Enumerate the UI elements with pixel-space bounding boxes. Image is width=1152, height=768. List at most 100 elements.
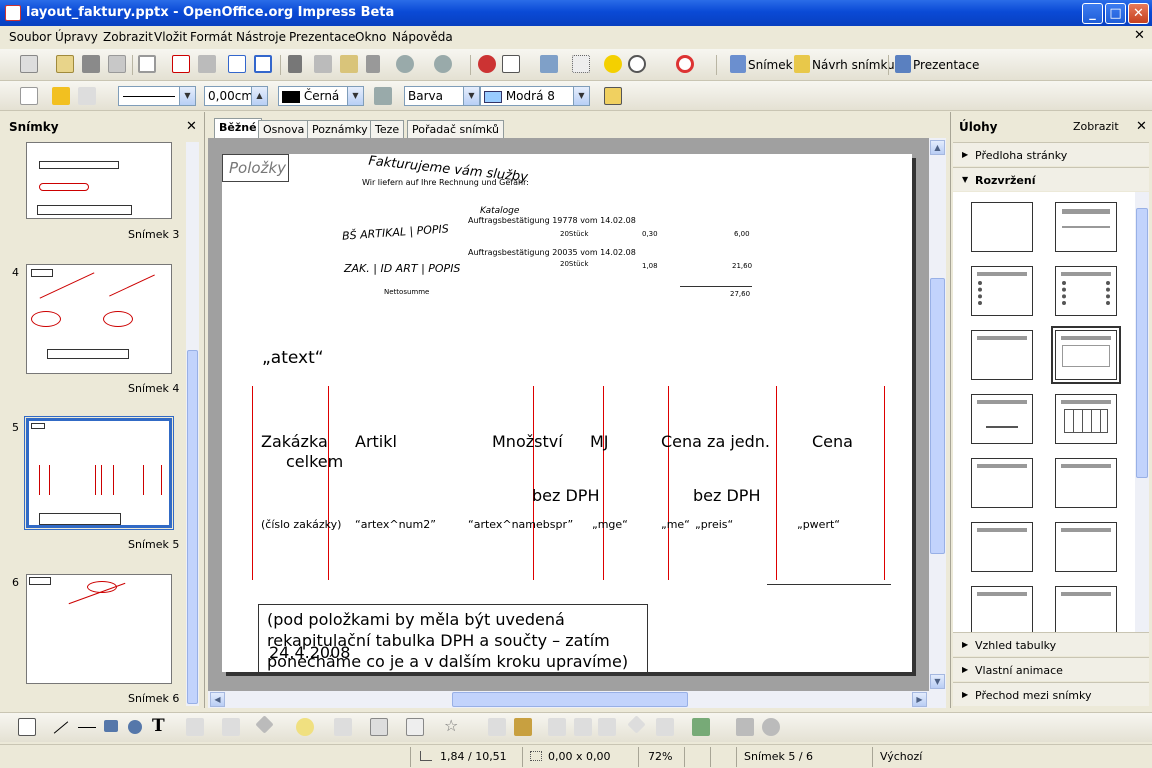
symbol-shapes-icon[interactable] — [296, 718, 314, 736]
redo-icon[interactable] — [434, 55, 452, 73]
line-arrow-icon[interactable] — [78, 718, 96, 736]
section-prechod[interactable]: ▶ Přechod mezi snímky — [953, 682, 1149, 706]
print-icon[interactable] — [198, 55, 216, 73]
minimize-button[interactable]: _ — [1082, 3, 1103, 24]
line-width-input[interactable]: 0,00cm ▲ — [204, 86, 268, 106]
status-zoom[interactable]: 72% — [648, 750, 672, 763]
display-grid-icon[interactable] — [540, 55, 558, 73]
layout-title-chart[interactable] — [971, 394, 1033, 444]
slide-design-button[interactable]: Návrh snímku — [812, 58, 895, 72]
fill-color-select[interactable]: Modrá 8 ▼ — [480, 86, 590, 106]
table-icon[interactable] — [502, 55, 520, 73]
new-slide-button[interactable]: Snímek — [748, 58, 793, 72]
menu-nastroje[interactable]: Nástroje — [236, 30, 286, 44]
zoom-icon[interactable] — [628, 55, 646, 73]
line-style-icon[interactable] — [52, 87, 70, 105]
section-predloha[interactable]: ▶ Předloha stránky — [953, 142, 1149, 166]
placeholder-polozky[interactable]: Položky — [222, 154, 289, 182]
new-document-icon[interactable] — [20, 55, 38, 73]
cut-icon[interactable] — [288, 55, 302, 73]
paste-icon[interactable] — [340, 55, 358, 73]
spellcheck-icon[interactable] — [228, 55, 246, 73]
menu-okno[interactable]: Okno — [355, 30, 386, 44]
gallery-icon[interactable] — [598, 718, 616, 736]
extrusion-icon[interactable] — [736, 718, 754, 736]
slide-thumb-5-selected[interactable] — [24, 416, 174, 530]
tab-poradac[interactable]: Pořadač snímků — [407, 120, 504, 139]
menu-format[interactable]: Formát — [190, 30, 232, 44]
maximize-button[interactable]: □ — [1105, 3, 1126, 24]
layout-title-content[interactable] — [971, 266, 1033, 316]
select-arrow-icon[interactable] — [18, 718, 36, 736]
text-tool-icon[interactable]: T — [152, 716, 170, 736]
autospellcheck-icon[interactable] — [254, 55, 272, 73]
layout-title-2content[interactable] — [1055, 266, 1117, 316]
presentation-button[interactable]: Prezentace — [913, 58, 979, 72]
shadow-icon[interactable] — [604, 87, 622, 105]
connector-icon[interactable] — [222, 718, 240, 736]
tab-bezne[interactable]: Běžné — [214, 118, 262, 139]
menu-zobrazit[interactable]: Zobrazit — [103, 30, 153, 44]
tasks-close-icon[interactable]: ✕ — [1136, 119, 1147, 134]
block-arrows-icon[interactable] — [334, 718, 352, 736]
open-folder-icon[interactable] — [56, 55, 74, 73]
area-fill-icon[interactable] — [374, 87, 392, 105]
canvas-vertical-scrollbar[interactable]: ▲ ▼ — [929, 138, 946, 691]
section-vlastni-animace[interactable]: ▶ Vlastní animace — [953, 657, 1149, 681]
save-icon[interactable] — [82, 55, 100, 73]
layout-title-chart-text[interactable] — [1055, 522, 1117, 572]
edit-file-icon[interactable] — [108, 55, 126, 73]
glue-points-icon[interactable] — [514, 718, 532, 736]
layout-title-text-obj[interactable] — [971, 586, 1033, 632]
slide[interactable]: Položky Fakturujeme vám služby Wir liefe… — [222, 154, 912, 672]
slide-thumb-3[interactable] — [26, 142, 172, 219]
arrow-style-icon[interactable] — [78, 87, 96, 105]
stars-icon[interactable]: ☆ — [444, 716, 462, 735]
note-box[interactable]: (pod položkami by měla být uvedená rekap… — [258, 604, 648, 672]
section-rozvrzeni[interactable]: ▼ Rozvržení — [953, 167, 1149, 191]
tab-teze[interactable]: Teze — [370, 120, 405, 139]
undo-icon[interactable] — [396, 55, 414, 73]
fill-type-select[interactable]: Barva ▼ — [404, 86, 480, 106]
vertical-scroll-thumb[interactable] — [930, 278, 945, 554]
close-button[interactable]: ✕ — [1128, 3, 1149, 24]
line-style-select[interactable]: ▼ — [118, 86, 196, 106]
layout-title-text-chart[interactable] — [1055, 458, 1117, 508]
slide-canvas[interactable]: Položky Fakturujeme vám služby Wir liefe… — [208, 138, 929, 691]
slide-thumb-4[interactable] — [26, 264, 172, 374]
slides-panel-close-icon[interactable]: ✕ — [186, 119, 197, 134]
layout-title-table[interactable] — [1055, 394, 1117, 444]
edit-mode-icon[interactable] — [138, 55, 156, 73]
layout-title-obj-text[interactable] — [1055, 586, 1117, 632]
scroll-down-icon[interactable]: ▼ — [930, 674, 945, 689]
ellipse-icon[interactable] — [128, 720, 142, 734]
from-file-icon[interactable] — [574, 718, 592, 736]
tab-poznamky[interactable]: Poznámky — [307, 120, 373, 139]
horizontal-scroll-thumb[interactable] — [452, 692, 688, 707]
tasks-view-menu[interactable]: Zobrazit — [1073, 120, 1119, 133]
menu-vlozit[interactable]: Vložit — [154, 30, 187, 44]
export-pdf-icon[interactable] — [172, 55, 190, 73]
help-icon[interactable] — [676, 55, 694, 73]
layout-gallery-scrollbar[interactable] — [1135, 192, 1149, 632]
navigator-icon[interactable] — [604, 55, 622, 73]
tab-osnova[interactable]: Osnova — [258, 120, 310, 139]
flowchart-icon[interactable] — [370, 718, 388, 736]
menu-soubor[interactable]: Soubor — [9, 30, 51, 44]
menu-prezentace[interactable]: Prezentace — [289, 30, 355, 44]
arrange-icon[interactable] — [692, 718, 710, 736]
rectangle-icon[interactable] — [104, 720, 118, 732]
layout-title-text-image[interactable] — [971, 522, 1033, 572]
basic-shapes-icon[interactable] — [255, 715, 274, 734]
copy-icon[interactable] — [314, 55, 332, 73]
rotate-icon[interactable] — [627, 715, 646, 734]
section-vzhled-tabulky[interactable]: ▶ Vzhled tabulky — [953, 632, 1149, 656]
slide-thumb-6[interactable] — [26, 574, 172, 684]
line-color-select[interactable]: Černá ▼ — [278, 86, 364, 106]
points-icon[interactable] — [488, 718, 506, 736]
document-close-icon[interactable]: ✕ — [1134, 28, 1145, 43]
slides-panel-scrollbar[interactable] — [186, 142, 199, 706]
line-tool-icon[interactable] — [52, 718, 70, 736]
alignment-icon[interactable] — [656, 718, 674, 736]
callouts-icon[interactable] — [406, 718, 424, 736]
